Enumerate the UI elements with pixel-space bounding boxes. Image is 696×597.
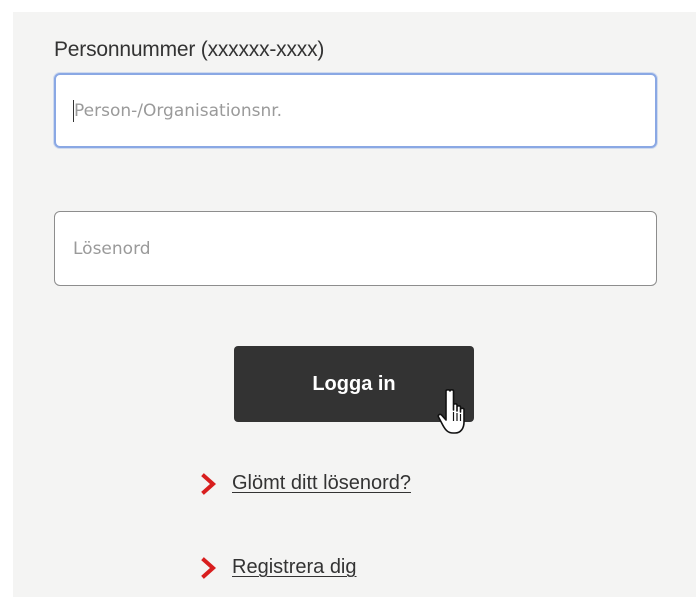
password-input[interactable]: [54, 211, 657, 286]
personnr-input[interactable]: [54, 73, 657, 148]
hand-pointer-cursor-icon: [437, 389, 465, 434]
forgot-password-link[interactable]: Glömt ditt lösenord?: [232, 472, 411, 495]
chevron-right-icon: [201, 472, 217, 495]
forgot-password-row[interactable]: Glömt ditt lösenord?: [200, 472, 411, 495]
register-link[interactable]: Registrera dig: [232, 556, 357, 579]
personnr-label: Personnummer (xxxxxx-xxxx): [54, 38, 325, 61]
text-caret: [73, 100, 74, 122]
chevron-right-icon: [201, 556, 217, 579]
register-row[interactable]: Registrera dig: [200, 556, 357, 579]
